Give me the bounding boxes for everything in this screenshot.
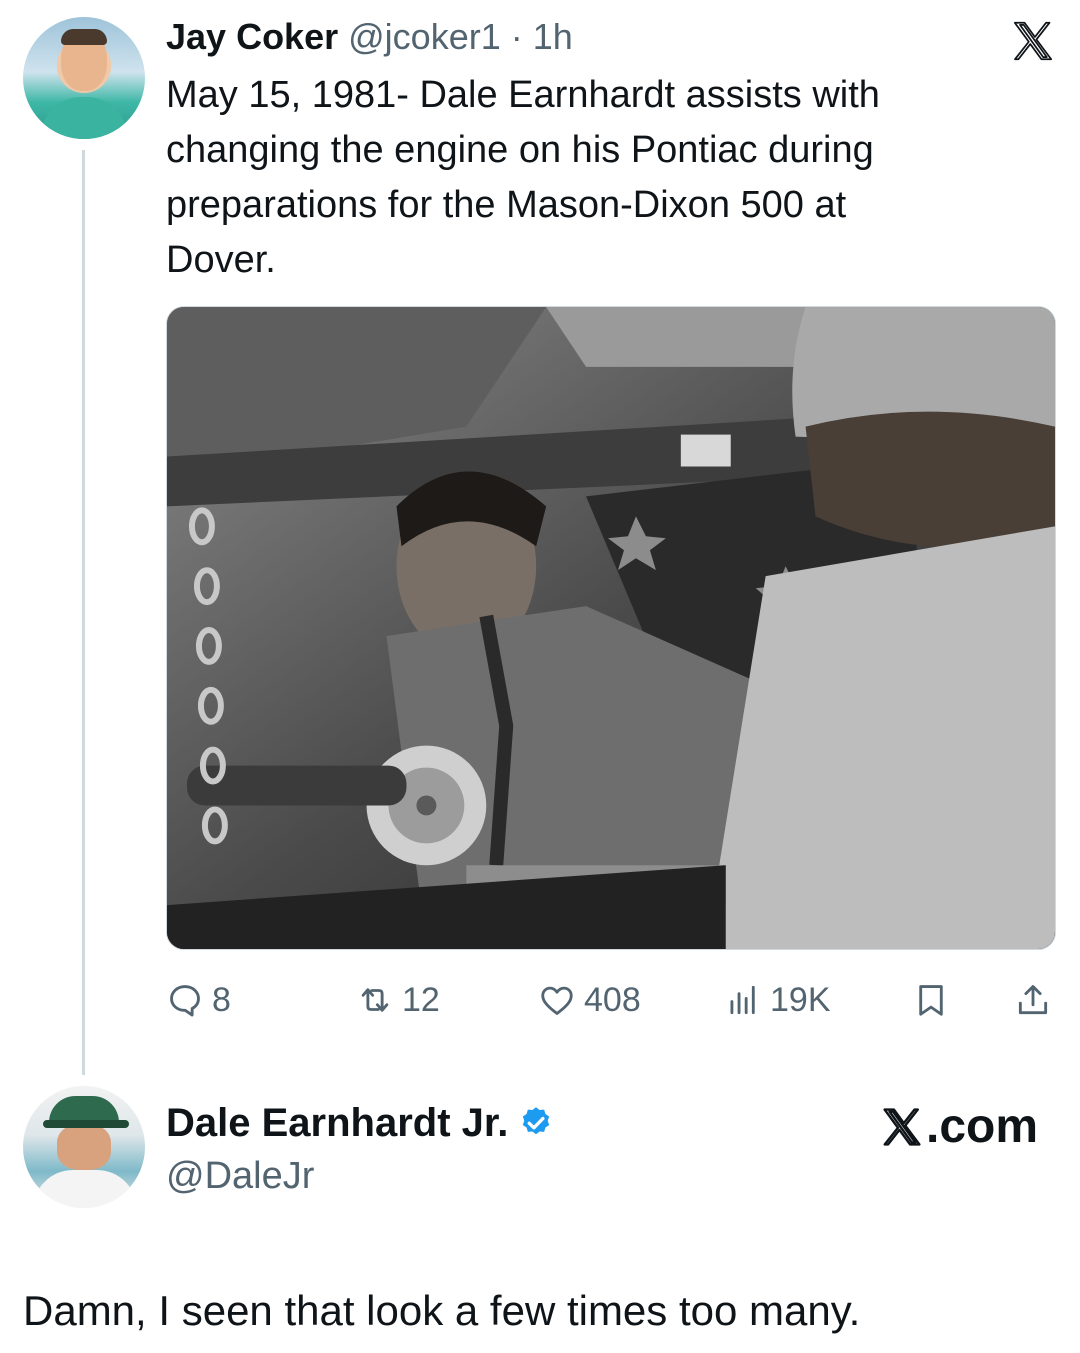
reply-author-handle[interactable]: @DaleJr bbox=[166, 1152, 314, 1200]
repost-button[interactable]: 12 bbox=[356, 972, 440, 1028]
repost-arrows-icon bbox=[361, 988, 389, 1012]
tweet-text-line: Dover. bbox=[166, 239, 276, 281]
verified-badge-icon bbox=[523, 1107, 550, 1135]
x-com-text: .com bbox=[926, 1100, 1039, 1153]
author-handle[interactable]: @jcoker1 bbox=[348, 16, 501, 57]
reply-author-row: Dale Earnhardt Jr. bbox=[166, 1098, 554, 1148]
share-button[interactable] bbox=[1014, 972, 1060, 1028]
jay-coker-avatar[interactable] bbox=[23, 17, 145, 139]
bookmark-button[interactable] bbox=[912, 972, 958, 1028]
bookmark-icon bbox=[919, 985, 943, 1016]
tweet-text: May 15, 1981- Dale Earnhardt assists wit… bbox=[166, 68, 966, 288]
speech-bubble-icon bbox=[170, 985, 200, 1017]
view-count: 19K bbox=[770, 980, 831, 1019]
reply-author-name[interactable]: Dale Earnhardt Jr. bbox=[166, 1098, 508, 1148]
heart-icon bbox=[541, 986, 573, 1015]
author-name[interactable]: Jay Coker bbox=[166, 16, 338, 57]
tweet-action-bar: 8 12 408 19K bbox=[166, 972, 1056, 1028]
header-separator: · bbox=[510, 16, 523, 57]
reply-count: 8 bbox=[212, 980, 231, 1019]
dalejr-avatar[interactable] bbox=[23, 1086, 145, 1208]
post-time[interactable]: 1h bbox=[533, 16, 573, 57]
tweet-text-line: preparations for the Mason-Dixon 500 at bbox=[166, 184, 847, 226]
tweet-header: Jay Coker @jcoker1 · 1h bbox=[166, 14, 573, 60]
reply-button[interactable]: 8 bbox=[166, 972, 231, 1028]
tweet-text-line: changing the engine on his Pontiac durin… bbox=[166, 129, 874, 171]
x-logo-icon bbox=[883, 1108, 921, 1146]
x-logo-icon bbox=[1013, 21, 1053, 61]
like-button[interactable]: 408 bbox=[538, 972, 641, 1028]
like-count: 408 bbox=[584, 980, 641, 1019]
tweet-text-line: May 15, 1981- Dale Earnhardt assists wit… bbox=[166, 74, 880, 116]
thread-connector-line bbox=[82, 150, 85, 1075]
photo-illustration bbox=[167, 307, 1055, 949]
views-button[interactable]: 19K bbox=[724, 972, 831, 1028]
share-upload-icon bbox=[1018, 985, 1048, 1015]
tweet-photo[interactable] bbox=[166, 306, 1056, 950]
x-com-brand: .com bbox=[880, 1098, 1038, 1156]
bar-chart-icon bbox=[730, 985, 755, 1015]
reply-text: Damn, I seen that look a few times too m… bbox=[23, 1287, 861, 1334]
repost-count: 12 bbox=[402, 980, 440, 1019]
